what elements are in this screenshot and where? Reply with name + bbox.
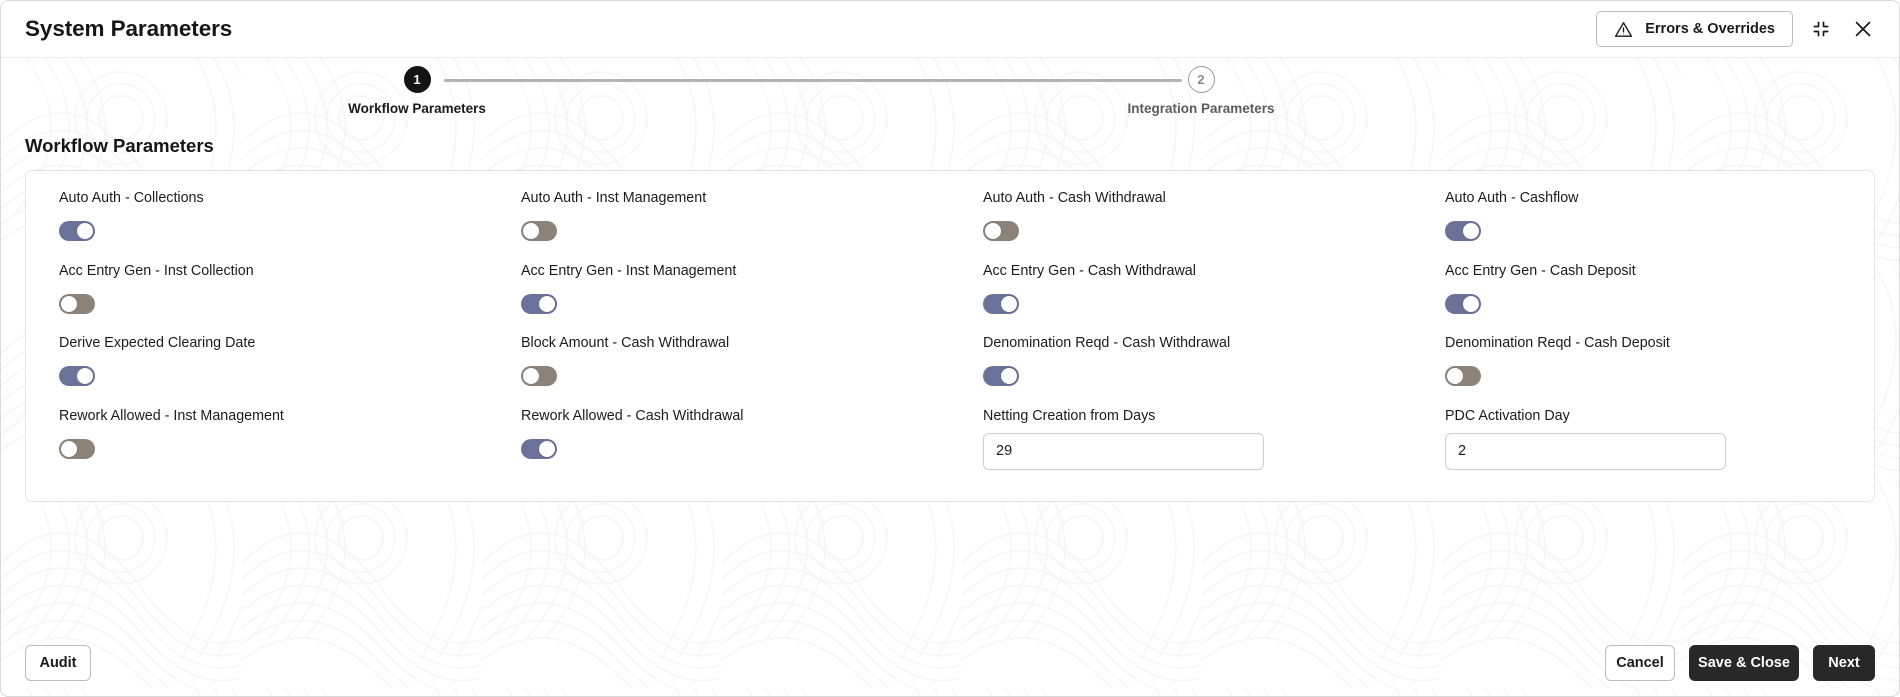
toggle-knob [1463, 223, 1479, 240]
pdc-activation-day-input[interactable] [1445, 432, 1726, 470]
toggle-knob [77, 368, 93, 385]
stepper-step-integration-parameters[interactable]: 2 Integration Parameters [1071, 66, 1331, 116]
toggle-block-amount-cash-withdrawal[interactable] [521, 366, 557, 387]
page-title: System Parameters [25, 16, 233, 41]
toggle-denomination-reqd-cash-deposit[interactable] [1445, 366, 1481, 387]
warning-triangle-icon [1614, 20, 1633, 39]
field-label: PDC Activation Day [1445, 407, 1570, 424]
field-rework-allowed-inst-management: Rework Allowed - Inst Management [26, 407, 488, 480]
toggle-knob [61, 440, 77, 457]
field-auto-auth-collections: Auto Auth - Collections [26, 189, 488, 262]
field-acc-entry-gen-inst-management: Acc Entry Gen - Inst Management [488, 262, 950, 335]
field-label: Acc Entry Gen - Inst Management [521, 262, 737, 279]
field-label: Acc Entry Gen - Inst Collection [59, 262, 254, 279]
toggle-acc-entry-gen-inst-collection[interactable] [59, 293, 95, 314]
field-label: Auto Auth - Cashflow [1445, 190, 1579, 206]
field-acc-entry-gen-cash-withdrawal: Acc Entry Gen - Cash Withdrawal [950, 262, 1412, 335]
field-label: Denomination Reqd - Cash Deposit [1445, 335, 1670, 351]
toggle-knob [985, 223, 1001, 240]
dialog-header: System Parameters Errors & Overrides [1, 1, 1899, 58]
toggle-knob [1463, 295, 1479, 312]
toggle-rework-allowed-cash-withdrawal[interactable] [521, 438, 557, 459]
toggle-auto-auth-inst-management[interactable] [521, 221, 557, 242]
field-auto-auth-cashflow: Auto Auth - Cashflow [1412, 189, 1874, 262]
wizard-stepper: 1 Workflow Parameters 2 Integration Para… [1, 58, 1899, 135]
collapse-icon[interactable] [1807, 15, 1835, 43]
toggle-knob [539, 295, 555, 312]
header-actions: Errors & Overrides [1596, 11, 1877, 47]
field-rework-allowed-cash-withdrawal: Rework Allowed - Cash Withdrawal [488, 407, 950, 480]
parameters-grid: Auto Auth - Collections Auto Auth - Inst… [26, 189, 1874, 479]
field-label: Netting Creation from Days [983, 407, 1156, 424]
field-auto-auth-cash-withdrawal: Auto Auth - Cash Withdrawal [950, 189, 1412, 262]
toggle-acc-entry-gen-inst-management[interactable] [521, 293, 557, 314]
field-label: Acc Entry Gen - Cash Deposit [1445, 262, 1636, 279]
field-denomination-reqd-cash-withdrawal: Denomination Reqd - Cash Withdrawal [950, 334, 1412, 407]
toggle-knob [523, 223, 539, 240]
toggle-rework-allowed-inst-management[interactable] [59, 438, 95, 459]
field-derive-expected-clearing-date: Derive Expected Clearing Date [26, 334, 488, 407]
field-denomination-reqd-cash-deposit: Denomination Reqd - Cash Deposit [1412, 334, 1874, 407]
section-title: Workflow Parameters [25, 135, 214, 156]
next-button[interactable]: Next [1813, 644, 1875, 681]
toggle-knob [61, 295, 77, 312]
toggle-derive-expected-clearing-date[interactable] [59, 366, 95, 387]
close-icon[interactable] [1849, 15, 1877, 43]
toggle-knob [1001, 368, 1017, 385]
system-parameters-dialog: System Parameters Errors & Overrides 1 W… [0, 0, 1900, 697]
toggle-acc-entry-gen-cash-withdrawal[interactable] [983, 293, 1019, 314]
save-and-close-button[interactable]: Save & Close [1689, 644, 1799, 681]
field-netting-creation-from-days: Netting Creation from Days [950, 407, 1412, 480]
toggle-auto-auth-cashflow[interactable] [1445, 221, 1481, 242]
field-label: Block Amount - Cash Withdrawal [521, 335, 730, 351]
field-label: Auto Auth - Inst Management [521, 190, 707, 206]
toggle-knob [1001, 295, 1017, 312]
netting-creation-from-days-input[interactable] [983, 432, 1264, 470]
field-label: Rework Allowed - Inst Management [59, 407, 284, 424]
field-label: Acc Entry Gen - Cash Withdrawal [983, 262, 1196, 279]
stepper-step-2-label: Integration Parameters [1127, 101, 1275, 116]
field-label: Auto Auth - Collections [59, 190, 204, 206]
field-acc-entry-gen-inst-collection: Acc Entry Gen - Inst Collection [26, 262, 488, 335]
field-label: Denomination Reqd - Cash Withdrawal [983, 335, 1231, 351]
stepper-step-1-label: Workflow Parameters [348, 101, 486, 116]
toggle-knob [77, 223, 93, 240]
field-block-amount-cash-withdrawal: Block Amount - Cash Withdrawal [488, 334, 950, 407]
errors-and-overrides-label: Errors & Overrides [1645, 21, 1775, 37]
toggle-denomination-reqd-cash-withdrawal[interactable] [983, 366, 1019, 387]
footer-actions: Cancel Save & Close Next [1605, 644, 1875, 681]
stepper-step-workflow-parameters[interactable]: 1 Workflow Parameters [287, 66, 547, 116]
toggle-knob [1447, 368, 1463, 385]
stepper-step-1-bubble[interactable]: 1 [403, 66, 431, 93]
toggle-auto-auth-cash-withdrawal[interactable] [983, 221, 1019, 242]
toggle-auto-auth-collections[interactable] [59, 221, 95, 242]
toggle-acc-entry-gen-cash-deposit[interactable] [1445, 293, 1481, 314]
stepper-step-2-bubble[interactable]: 2 [1187, 66, 1215, 93]
field-label: Rework Allowed - Cash Withdrawal [521, 407, 744, 424]
field-auto-auth-inst-management: Auto Auth - Inst Management [488, 189, 950, 262]
field-label: Auto Auth - Cash Withdrawal [983, 190, 1166, 206]
toggle-knob [539, 440, 555, 457]
audit-button[interactable]: Audit [25, 644, 91, 681]
toggle-knob [523, 368, 539, 385]
errors-and-overrides-button[interactable]: Errors & Overrides [1596, 11, 1793, 47]
cancel-button[interactable]: Cancel [1605, 644, 1675, 681]
field-acc-entry-gen-cash-deposit: Acc Entry Gen - Cash Deposit [1412, 262, 1874, 335]
workflow-parameters-panel: Auto Auth - Collections Auto Auth - Inst… [25, 170, 1875, 502]
dialog-footer: Audit Cancel Save & Close Next [1, 629, 1899, 696]
field-label: Derive Expected Clearing Date [59, 335, 256, 351]
field-pdc-activation-day: PDC Activation Day [1412, 407, 1874, 480]
